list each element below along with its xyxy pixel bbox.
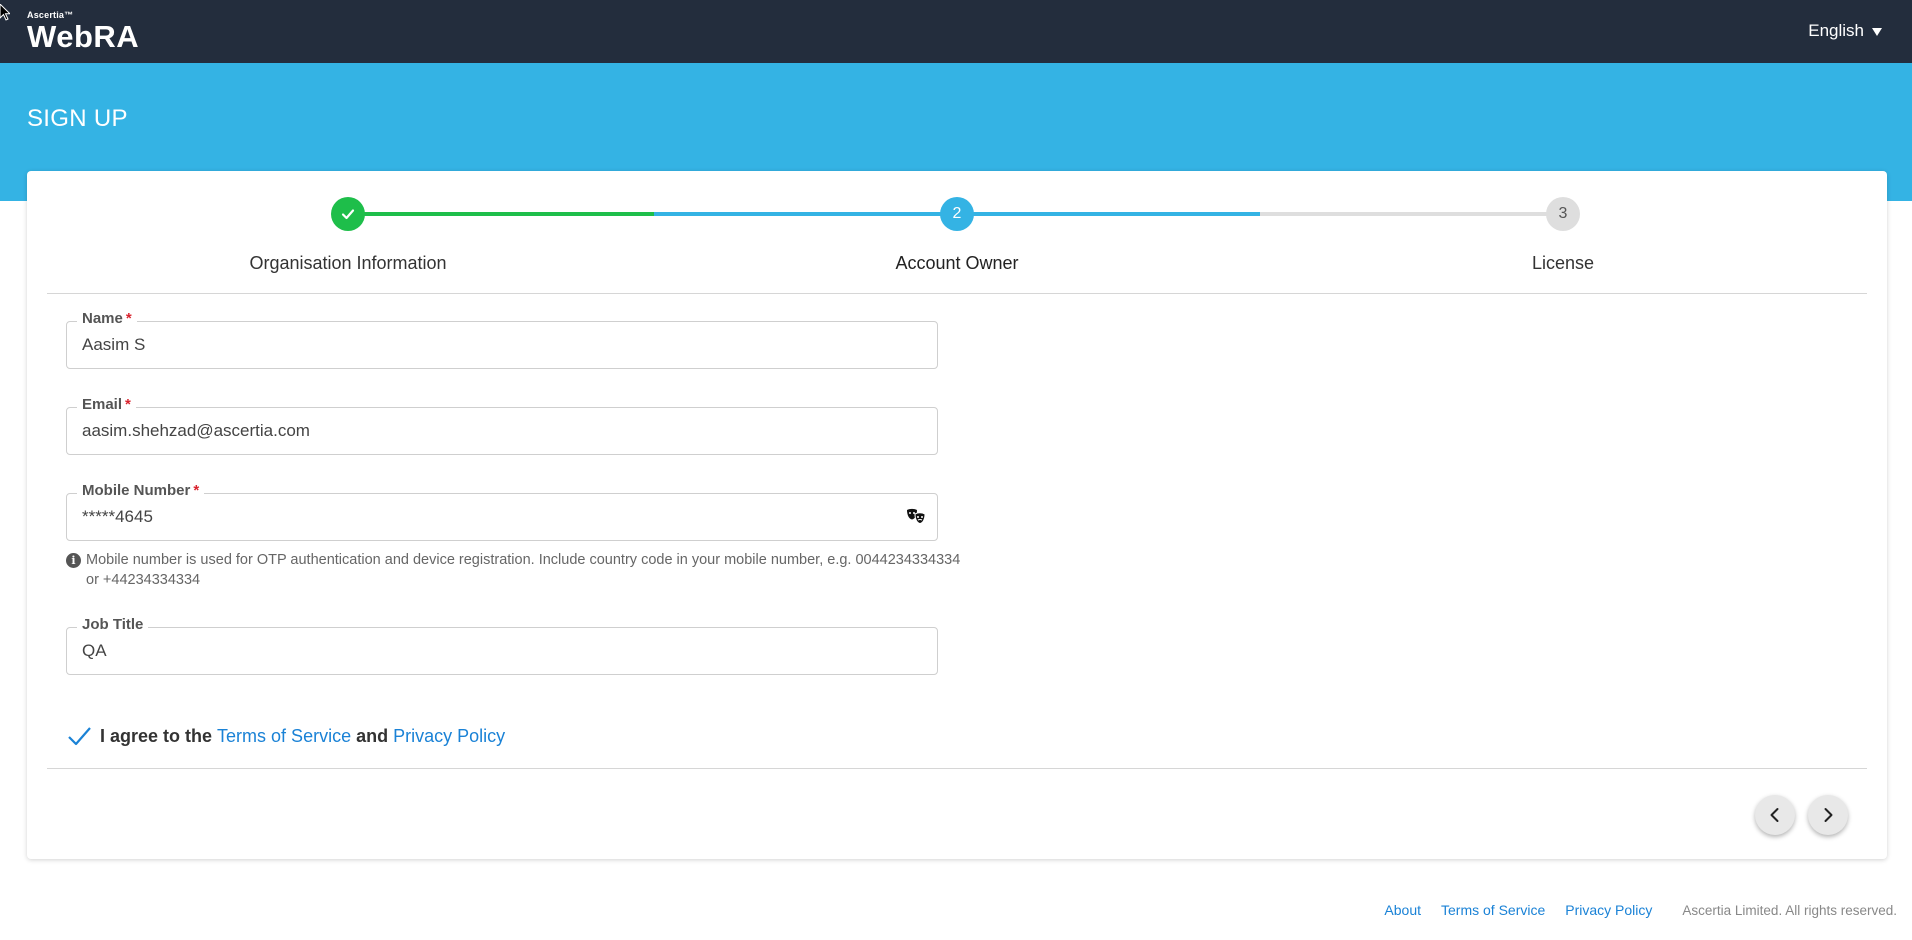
language-selector[interactable]: English <box>1808 21 1882 41</box>
footer-copyright: Ascertia Limited. All rights reserved. <box>1682 902 1897 918</box>
step-3-label: License <box>1531 253 1595 273</box>
email-value: aasim.shehzad@ascertia.com <box>82 421 310 440</box>
info-icon: i <box>66 553 81 568</box>
step-connector-active-right <box>957 212 1260 216</box>
footer-about-link[interactable]: About <box>1384 902 1421 918</box>
agree-and: and <box>356 725 389 746</box>
chevron-right-icon <box>1824 808 1833 822</box>
chevron-left-icon <box>1770 808 1779 822</box>
mobile-number-value: *****4645 <box>82 507 153 526</box>
email-field[interactable]: Email * aasim.shehzad@ascertia.com <box>66 396 938 455</box>
terms-of-service-link[interactable]: Terms of Service <box>217 726 351 747</box>
step-1-complete[interactable] <box>331 197 365 231</box>
step-2-label: Account Owner <box>895 253 1019 273</box>
signup-card: Organisation Information 2 Account Owner… <box>27 171 1887 859</box>
mobile-number-field[interactable]: Mobile Number * *****4645 <box>66 482 938 541</box>
webra-logo[interactable]: Ascertia™ WebRA <box>27 10 139 53</box>
step-3-number: 3 <box>1558 205 1568 222</box>
top-bar: Ascertia™ WebRA English <box>0 0 1912 63</box>
job-title-field[interactable]: Job Title QA <box>66 616 938 675</box>
checkmark-icon <box>341 209 355 220</box>
mouse-cursor-icon <box>0 4 10 21</box>
name-field[interactable]: Name * Aasim S <box>66 310 938 369</box>
name-value: Aasim S <box>82 335 146 354</box>
mobile-hint-text: Mobile number is used for OTP authentica… <box>86 552 961 588</box>
page-footer: About Terms of Service Privacy Policy As… <box>0 880 1912 940</box>
job-title-value: QA <box>82 641 107 660</box>
footer-privacy-link[interactable]: Privacy Policy <box>1565 902 1652 918</box>
footer-terms-link[interactable]: Terms of Service <box>1441 902 1545 918</box>
mask-toggle-icon[interactable] <box>905 508 927 526</box>
required-marker: * <box>193 482 200 499</box>
page-title: SIGN UP <box>27 105 128 132</box>
email-label: Email * <box>77 396 136 413</box>
agree-prefix: I agree to the <box>100 725 213 746</box>
form-divider <box>47 768 1867 769</box>
required-marker: * <box>125 396 131 413</box>
stepper-divider <box>47 293 1867 294</box>
product-name: WebRA <box>27 19 140 54</box>
step-1-label: Organisation Information <box>249 253 447 273</box>
step-connector-complete <box>348 212 654 216</box>
mobile-number-label: Mobile Number * <box>77 482 205 499</box>
step-connector-active-left <box>654 212 957 216</box>
step-3-pending[interactable]: 3 <box>1546 197 1580 231</box>
step-2-active[interactable]: 2 <box>940 197 974 231</box>
privacy-policy-link[interactable]: Privacy Policy <box>393 726 505 747</box>
language-label: English <box>1808 21 1864 40</box>
agree-checkbox-check-icon[interactable] <box>66 723 92 749</box>
job-title-label: Job Title <box>77 616 149 633</box>
name-label: Name * <box>77 310 137 327</box>
next-button[interactable] <box>1808 795 1848 835</box>
mobile-number-hint: i Mobile number is used for OTP authenti… <box>66 550 966 590</box>
required-marker: * <box>125 310 132 327</box>
caret-down-icon <box>1872 28 1882 36</box>
step-2-number: 2 <box>952 205 962 222</box>
previous-button[interactable] <box>1755 795 1795 835</box>
agree-terms-row: I agree to the Terms of Service and Priv… <box>66 723 505 749</box>
step-connector-pending <box>1260 212 1557 216</box>
